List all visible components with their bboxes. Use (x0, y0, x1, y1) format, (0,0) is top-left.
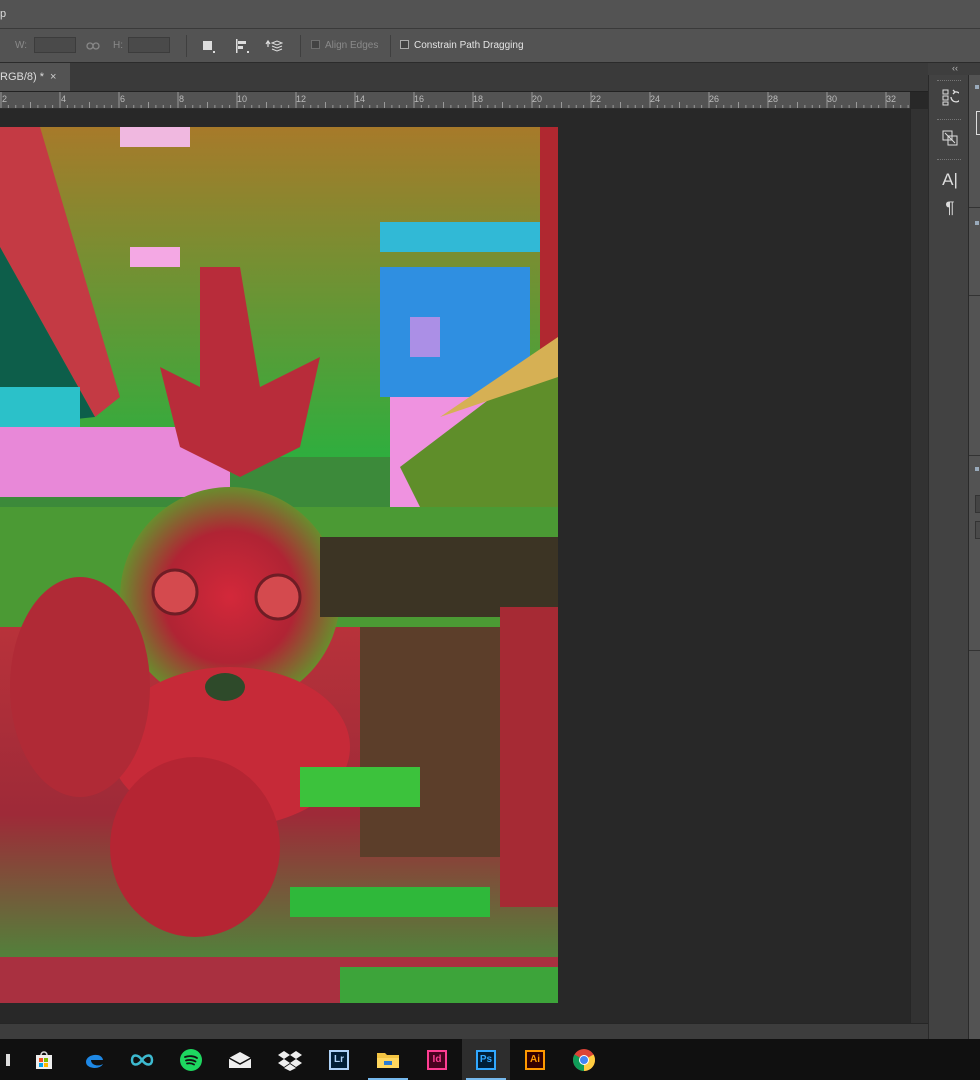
clone-source-panel-icon[interactable] (937, 126, 963, 150)
align-edges-label: Align Edges (325, 40, 379, 51)
close-icon[interactable]: × (50, 63, 56, 91)
options-bar: W: H: Align Edges Constrain Path Draggin… (0, 29, 980, 63)
taskbar-infinity[interactable] (118, 1039, 166, 1080)
panel-grip[interactable] (937, 159, 961, 162)
constrain-path-dragging-label: Constrain Path Dragging (414, 40, 524, 51)
glitch-artwork (0, 127, 558, 1003)
taskbar-mail[interactable] (216, 1039, 264, 1080)
ruler-label: 24 (650, 94, 661, 104)
ruler-label: 22 (591, 94, 602, 104)
panel-strip (968, 75, 980, 1039)
path-arrangement-icon[interactable] (262, 35, 286, 57)
panel-field[interactable] (975, 521, 980, 539)
illustrator-icon: Ai (525, 1049, 545, 1070)
ruler-label: 6 (120, 94, 126, 104)
panel-dock: A| ¶ (928, 75, 969, 1039)
taskbar-spotify[interactable] (167, 1039, 215, 1080)
align-edges-checkbox[interactable] (311, 40, 320, 49)
spotify-icon (180, 1048, 202, 1071)
windows-taskbar: Lr Id Ps Ai (0, 1039, 980, 1080)
panel-field[interactable] (975, 495, 980, 513)
photoshop-icon: Ps (476, 1049, 496, 1070)
link-icon[interactable] (81, 35, 105, 57)
document-tab[interactable]: RGB/8) * × (0, 63, 70, 91)
menu-bar: p (0, 0, 980, 29)
menu-fragment[interactable]: p (0, 8, 6, 20)
horizontal-ruler[interactable]: 2 4 6 8 10 12 14 16 18 20 22 24 26 28 30… (0, 92, 910, 109)
taskbar-photoshop[interactable]: Ps (462, 1039, 510, 1080)
panel-divider (969, 207, 980, 208)
taskbar-edge[interactable] (70, 1039, 118, 1080)
ruler-label: 20 (532, 94, 543, 104)
width-input[interactable] (34, 37, 76, 53)
taskbar-illustrator[interactable]: Ai (511, 1039, 559, 1080)
ruler-label: 14 (355, 94, 366, 104)
chrome-icon (573, 1048, 595, 1071)
taskbar-file-explorer[interactable] (364, 1039, 412, 1080)
panel-grip[interactable] (937, 119, 961, 122)
ruler-label: 4 (61, 94, 67, 104)
panel-indicator-icon (975, 221, 979, 225)
separator (390, 35, 391, 57)
taskbar-chrome[interactable] (560, 1039, 608, 1080)
character-panel-icon[interactable]: A| (937, 168, 963, 192)
separator (186, 35, 187, 57)
paragraph-panel-icon[interactable]: ¶ (937, 196, 963, 220)
ruler-label: 10 (237, 94, 248, 104)
width-label: W: (15, 40, 28, 51)
document-image[interactable] (0, 127, 558, 1003)
panel-divider (969, 295, 980, 296)
panel-grip[interactable] (937, 80, 961, 83)
document-tab-title: RGB/8) * (0, 71, 45, 83)
taskbar-lightroom[interactable]: Lr (315, 1039, 363, 1080)
horizontal-scrollbar[interactable] (0, 1023, 928, 1040)
ruler-label: 18 (473, 94, 484, 104)
ruler-label: 16 (414, 94, 425, 104)
collapse-panels-icon[interactable]: ‹‹ (952, 63, 958, 73)
panel-indicator-icon (975, 85, 979, 89)
cmd-prompt-icon (6, 1053, 10, 1066)
vertical-scrollbar[interactable] (910, 109, 929, 1023)
edge-icon (86, 1054, 103, 1068)
panel-field[interactable] (976, 111, 980, 135)
ruler-label: 12 (296, 94, 307, 104)
taskbar-store[interactable] (20, 1039, 68, 1080)
panel-divider (969, 650, 980, 651)
panel-indicator-icon (975, 467, 979, 471)
taskbar-dropbox[interactable] (266, 1039, 314, 1080)
folder-icon (377, 1052, 399, 1068)
lightroom-icon: Lr (329, 1049, 349, 1070)
path-alignment-icon[interactable] (230, 35, 254, 57)
panel-collapse-bar[interactable]: ‹‹ (928, 63, 980, 75)
ruler-label: 28 (768, 94, 779, 104)
document-tab-bar (0, 63, 928, 92)
ruler-label: 2 (2, 94, 8, 104)
separator (300, 35, 301, 57)
ruler-label: 30 (827, 94, 838, 104)
height-input[interactable] (128, 37, 170, 53)
constrain-path-dragging-checkbox[interactable] (400, 40, 409, 49)
mail-icon (228, 1051, 252, 1068)
ruler-label: 32 (886, 94, 897, 104)
ruler-label: 8 (179, 94, 185, 104)
infinity-icon (130, 1053, 154, 1066)
panel-divider (969, 455, 980, 456)
ruler-label: 26 (709, 94, 720, 104)
indesign-icon: Id (427, 1049, 447, 1070)
taskbar-indesign[interactable]: Id (413, 1039, 461, 1080)
dropbox-icon (278, 1050, 302, 1071)
height-label: H: (113, 40, 123, 51)
history-panel-icon[interactable] (937, 85, 963, 109)
store-icon (36, 1050, 52, 1069)
path-operations-icon[interactable] (196, 35, 220, 57)
